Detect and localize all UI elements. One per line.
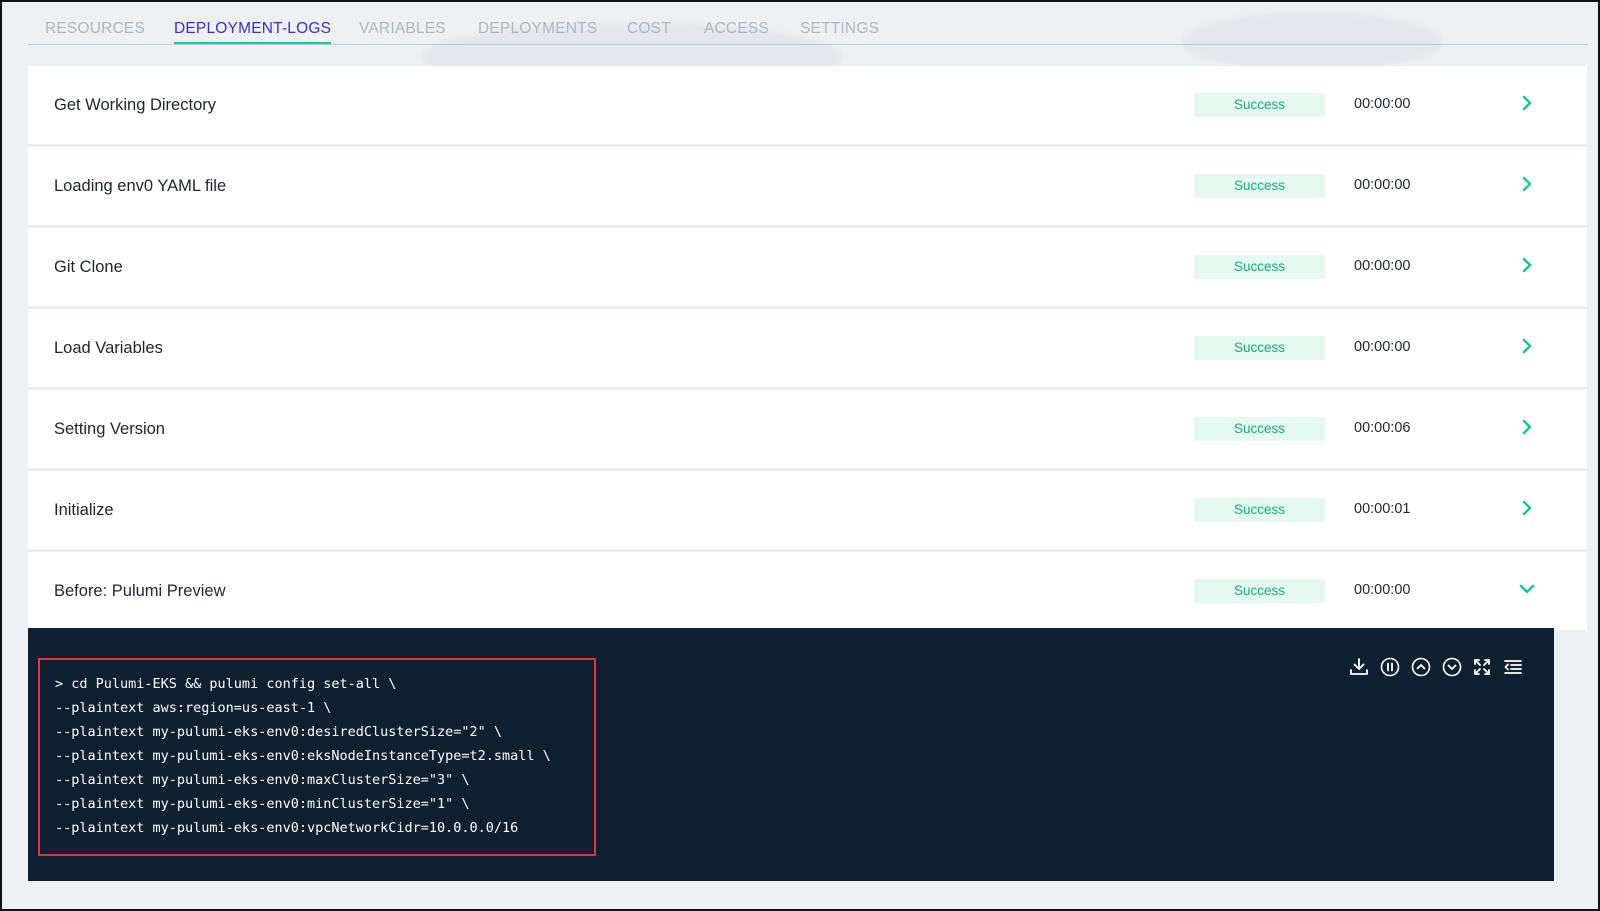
log-line: > cd Pulumi-EKS && pulumi config set-all…: [55, 676, 397, 692]
log-terminal[interactable]: > cd Pulumi-EKS && pulumi config set-all…: [28, 628, 1554, 881]
tab-deployment-logs[interactable]: DEPLOYMENT-LOGS: [174, 20, 332, 44]
log-line: --plaintext my-pulumi-eks-env0:vpcNetwor…: [55, 820, 519, 836]
step-row[interactable]: Get Working Directory Success 00:00:00: [28, 66, 1587, 147]
chevron-right-icon[interactable]: [1518, 418, 1536, 436]
tab-variables[interactable]: VARIABLES: [359, 20, 446, 38]
step-name: Before: Pulumi Preview: [54, 582, 226, 600]
status-badge: Success: [1194, 498, 1325, 522]
chevron-right-icon[interactable]: [1518, 175, 1536, 193]
step-duration: 00:00:01: [1354, 501, 1411, 517]
chevron-right-icon[interactable]: [1518, 337, 1536, 355]
step-row[interactable]: Setting Version Success 00:00:06: [28, 390, 1587, 471]
status-badge: Success: [1194, 336, 1325, 360]
step-row[interactable]: Initialize Success 00:00:01: [28, 471, 1587, 552]
tab-resources[interactable]: RESOURCES: [45, 20, 145, 38]
scroll-up-icon[interactable]: [1410, 656, 1432, 678]
status-badge: Success: [1194, 255, 1325, 279]
chevron-down-icon[interactable]: [1518, 580, 1536, 598]
step-row[interactable]: Git Clone Success 00:00:00: [28, 228, 1587, 309]
step-row[interactable]: Loading env0 YAML file Success 00:00:00: [28, 147, 1587, 228]
step-duration: 00:00:00: [1354, 339, 1411, 355]
pause-icon[interactable]: [1379, 656, 1401, 678]
tab-settings[interactable]: SETTINGS: [800, 20, 879, 38]
step-duration: 00:00:00: [1354, 177, 1411, 193]
chevron-right-icon[interactable]: [1518, 256, 1536, 274]
log-line: --plaintext my-pulumi-eks-env0:eksNodeIn…: [55, 748, 551, 764]
step-row-expanded[interactable]: Before: Pulumi Preview Success 00:00:00: [28, 552, 1587, 630]
deployment-page: RESOURCES DEPLOYMENT-LOGS VARIABLES DEPL…: [0, 0, 1600, 911]
step-name: Load Variables: [54, 339, 163, 357]
status-badge: Success: [1194, 417, 1325, 441]
deployment-steps-list: Get Working Directory Success 00:00:00 L…: [28, 66, 1587, 630]
tab-access[interactable]: ACCESS: [704, 20, 769, 38]
step-row[interactable]: Load Variables Success 00:00:00: [28, 309, 1587, 390]
tab-bar: RESOURCES DEPLOYMENT-LOGS VARIABLES DEPL…: [28, 2, 1588, 45]
log-line: --plaintext my-pulumi-eks-env0:maxCluste…: [55, 772, 470, 788]
step-duration: 00:00:06: [1354, 420, 1411, 436]
scroll-down-icon[interactable]: [1441, 656, 1463, 678]
status-badge: Success: [1194, 579, 1325, 603]
log-line: --plaintext my-pulumi-eks-env0:minCluste…: [55, 796, 470, 812]
step-duration: 00:00:00: [1354, 582, 1411, 598]
log-line: --plaintext my-pulumi-eks-env0:desiredCl…: [55, 724, 503, 740]
step-name: Git Clone: [54, 258, 123, 276]
step-name: Setting Version: [54, 420, 165, 438]
status-badge: Success: [1194, 174, 1325, 198]
fullscreen-icon[interactable]: [1471, 656, 1493, 678]
step-name: Initialize: [54, 501, 114, 519]
download-icon[interactable]: [1348, 656, 1370, 678]
step-name: Loading env0 YAML file: [54, 177, 227, 195]
log-output: > cd Pulumi-EKS && pulumi config set-all…: [55, 672, 551, 840]
chevron-right-icon[interactable]: [1518, 499, 1536, 517]
step-duration: 00:00:00: [1354, 258, 1411, 274]
tab-deployments[interactable]: DEPLOYMENTS: [478, 20, 597, 38]
tab-cost[interactable]: COST: [627, 20, 671, 38]
status-badge: Success: [1194, 93, 1325, 117]
log-line: --plaintext aws:region=us-east-1 \: [55, 700, 332, 716]
collapse-lines-icon[interactable]: [1502, 656, 1524, 678]
step-name: Get Working Directory: [54, 96, 216, 114]
step-duration: 00:00:00: [1354, 96, 1411, 112]
chevron-right-icon[interactable]: [1518, 94, 1536, 112]
